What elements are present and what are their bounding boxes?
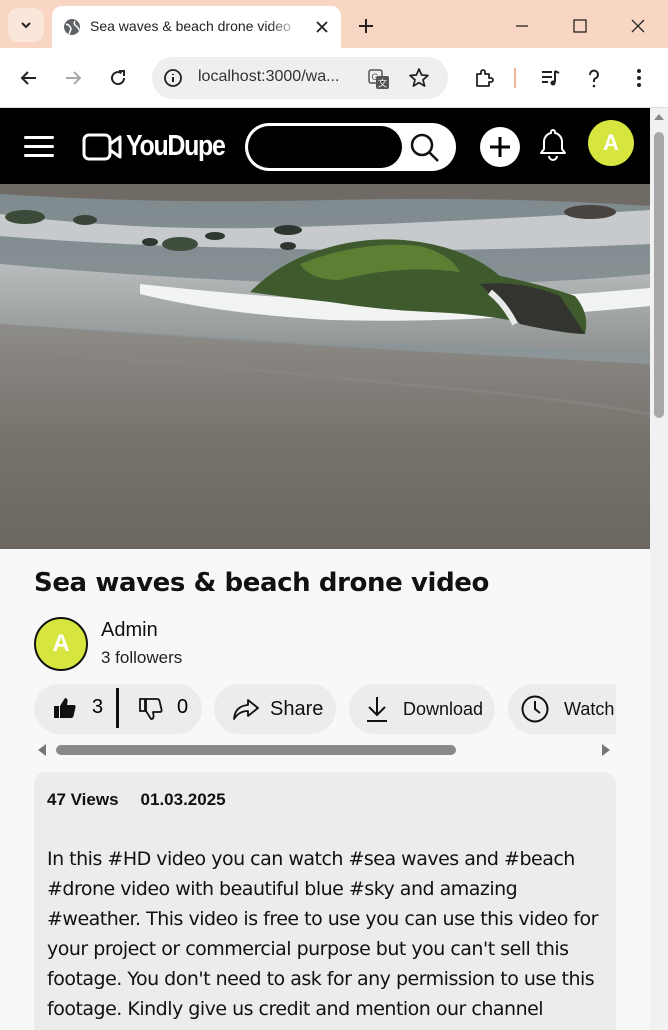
site-logo[interactable]: YouDupe (82, 130, 241, 163)
plus-icon (490, 137, 510, 157)
scroll-left-arrow[interactable] (38, 744, 46, 756)
video-camera-icon (82, 133, 122, 160)
page-viewport: YouDupe A Sea waves & beach drone video … (0, 108, 668, 1030)
dislike-count: 0 (177, 696, 189, 718)
like-button[interactable] (52, 695, 78, 721)
channel-name[interactable]: Admin (101, 619, 158, 642)
maximize-button[interactable] (568, 14, 592, 38)
maximize-icon (573, 19, 587, 33)
video-title: Sea waves & beach drone video (34, 568, 489, 598)
share-label: Share (270, 697, 324, 720)
media-controls-button[interactable] (536, 64, 564, 92)
channel-followers: 3 followers (101, 648, 183, 667)
arrow-right-icon (66, 71, 82, 85)
page-vertical-scrollbar[interactable] (650, 108, 668, 1030)
help-button[interactable] (580, 64, 608, 92)
like-count: 3 (92, 696, 104, 718)
scroll-right-arrow[interactable] (602, 744, 610, 756)
channel-avatar[interactable]: A (34, 617, 88, 671)
window-close-button[interactable] (626, 14, 650, 38)
like-divider (116, 688, 119, 728)
watch-label: Watch (564, 698, 615, 719)
kebab-menu-icon (637, 69, 641, 87)
minimize-icon (516, 25, 528, 27)
minimize-button[interactable] (510, 14, 534, 38)
create-button[interactable] (480, 127, 520, 167)
video-player[interactable] (0, 184, 650, 549)
browser-toolbar: localhost:3000/wa... 文G (0, 48, 668, 108)
search-input[interactable] (248, 126, 402, 168)
thumbs-up-icon (54, 698, 76, 718)
watch-later-button[interactable]: Watch (508, 684, 616, 734)
download-button[interactable]: Download (349, 684, 495, 734)
scroll-up-arrow[interactable] (654, 114, 664, 120)
address-bar[interactable]: localhost:3000/wa... 文G (152, 57, 448, 99)
translate-icon[interactable]: 文G (367, 67, 391, 91)
notification-bell-icon[interactable] (538, 127, 568, 161)
question-icon (589, 69, 599, 88)
forward-button[interactable] (59, 64, 87, 92)
back-button[interactable] (15, 64, 43, 92)
logo-text: YouDupe (126, 130, 226, 162)
video-stats: 47 Views 01.03.2025 (47, 790, 226, 810)
new-tab-button[interactable] (354, 14, 378, 38)
like-dislike-group: 3 0 (34, 684, 202, 734)
url-text: localhost:3000/wa... (198, 68, 340, 85)
download-label: Download (403, 698, 484, 719)
site-info-icon[interactable] (162, 67, 184, 89)
video-actions-row: 3 0 Share Download Watch (34, 684, 616, 736)
search-icon[interactable] (409, 132, 441, 164)
playlist-icon (542, 70, 560, 86)
browser-menu-button[interactable] (625, 64, 653, 92)
close-icon (631, 19, 645, 33)
vertical-scroll-thumb[interactable] (654, 132, 664, 418)
share-button[interactable]: Share (214, 684, 336, 734)
tab-close-button[interactable] (312, 17, 332, 37)
description-box[interactable]: 47 Views 01.03.2025 In this #HD video you… (34, 772, 616, 1030)
upload-date: 01.03.2025 (140, 790, 226, 809)
search-bar (245, 123, 456, 171)
horizontal-scroll-thumb[interactable] (56, 745, 456, 755)
arrow-left-icon (20, 71, 36, 85)
reload-button[interactable] (104, 64, 132, 92)
extensions-button[interactable] (470, 64, 498, 92)
tab-list-button[interactable] (8, 8, 44, 42)
thumbs-down-icon (139, 698, 163, 720)
browser-tab-bar: Sea waves & beach drone video (0, 0, 668, 48)
puzzle-icon (476, 69, 494, 87)
svg-text:文: 文 (378, 78, 387, 89)
description-text: In this #HD video you can watch #sea wav… (47, 848, 599, 1030)
globe-icon (64, 19, 80, 35)
dislike-button[interactable] (138, 696, 164, 727)
svg-text:G: G (371, 72, 378, 82)
reload-icon (111, 70, 126, 86)
user-avatar[interactable]: A (588, 120, 634, 166)
video-frame-image (0, 184, 650, 549)
chevron-down-icon (21, 22, 31, 29)
clock-icon (521, 695, 549, 723)
share-icon (233, 699, 259, 720)
close-icon (316, 21, 328, 33)
bookmark-star-icon[interactable] (407, 66, 431, 90)
view-count: 47 Views (47, 790, 119, 809)
toolbar-separator (514, 68, 516, 88)
download-icon (367, 697, 387, 722)
browser-tab[interactable]: Sea waves & beach drone video (52, 6, 341, 48)
actions-horizontal-scrollbar[interactable] (34, 742, 616, 758)
hamburger-menu-icon[interactable] (24, 136, 54, 158)
site-header: YouDupe A (0, 108, 650, 184)
tab-title: Sea waves & beach drone video (90, 18, 291, 34)
plus-icon (359, 19, 373, 33)
